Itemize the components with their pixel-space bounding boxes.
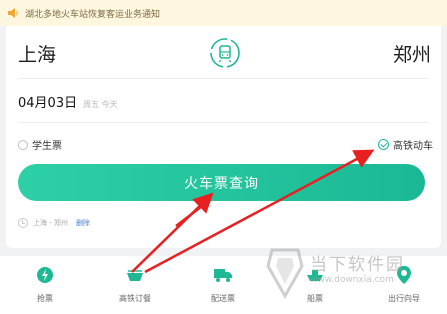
tab-grab-ticket[interactable]: 抢票: [10, 256, 80, 314]
booking-card: 上海 郑州 04月03日 周五 今天 学生票 高铁动车 火车票查询 上海 - 郑…: [6, 26, 441, 248]
date-selector[interactable]: 04月03日 周五 今天: [18, 92, 118, 111]
divider: [18, 122, 429, 123]
delete-history-button[interactable]: 删除: [76, 218, 90, 228]
tab-delivery-ticket[interactable]: 配送票: [188, 256, 258, 314]
tab-label: 船票: [307, 294, 323, 303]
notice-text: 湖北多地火车站恢复客运业务通知: [25, 9, 161, 20]
tab-label: 配送票: [211, 294, 235, 303]
history-route[interactable]: 上海 - 郑州: [33, 218, 68, 228]
date-main: 04月03日: [18, 96, 78, 111]
divider: [18, 78, 429, 79]
tab-label: 高铁订餐: [119, 294, 151, 303]
checkmark-icon[interactable]: [378, 139, 389, 150]
arrival-city[interactable]: 郑州: [393, 40, 431, 67]
search-button[interactable]: 火车票查询: [18, 164, 425, 201]
date-weekday: 周五 今天: [83, 100, 118, 109]
tab-label: 出行向导: [388, 294, 420, 303]
high-speed-option[interactable]: 高铁动车: [378, 137, 433, 152]
departure-city[interactable]: 上海: [18, 40, 56, 67]
lightning-icon: [37, 267, 53, 283]
student-radio[interactable]: [18, 139, 28, 150]
train-swap-icon[interactable]: [209, 37, 241, 69]
student-ticket-option[interactable]: 学生票: [18, 137, 62, 152]
location-icon: [397, 266, 411, 284]
truck-icon: [214, 269, 232, 282]
search-history[interactable]: 上海 - 郑州 删除: [18, 218, 90, 228]
clock-icon: [18, 218, 28, 228]
meal-icon: [127, 270, 143, 281]
tab-meal-order[interactable]: 高铁订餐: [100, 256, 170, 314]
high-speed-label: 高铁动车: [393, 141, 433, 152]
bottom-tabbar: 抢票 高铁订餐 配送票 船票 出行向导: [0, 256, 447, 314]
notice-bar[interactable]: 湖北多地火车站恢复客运业务通知: [0, 0, 447, 26]
tab-travel-guide[interactable]: 出行向导: [369, 256, 439, 314]
tab-ship-ticket[interactable]: 船票: [280, 256, 350, 314]
student-label: 学生票: [32, 141, 62, 152]
speaker-icon: [8, 8, 18, 18]
tab-label: 抢票: [37, 294, 53, 303]
ship-icon: [307, 270, 323, 281]
